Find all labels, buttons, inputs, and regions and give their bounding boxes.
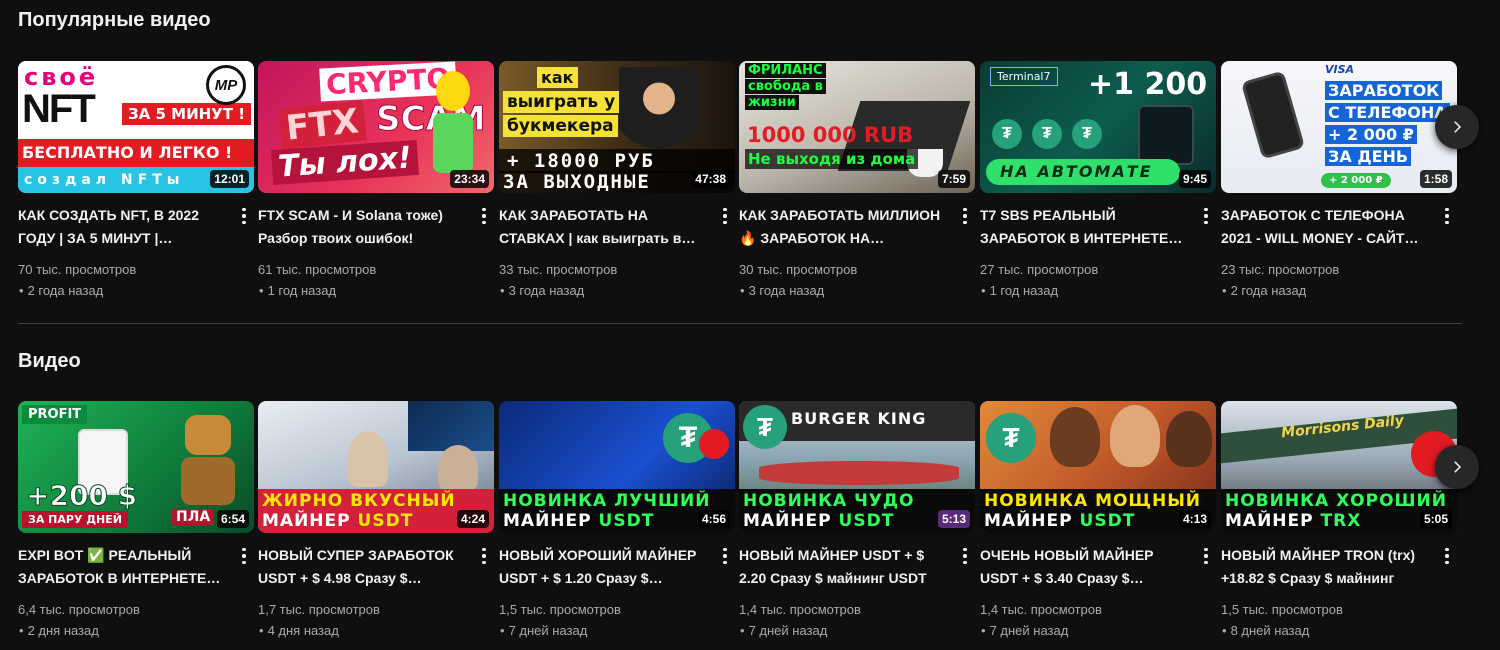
video-title[interactable]: T7 SBS РЕАЛЬНЫЙ ЗАРАБОТОК В ИНТЕРНЕТЕ БЕ… <box>980 204 1190 250</box>
duration-badge: 4:24 <box>456 510 489 528</box>
video-title[interactable]: КАК СОЗДАТЬ NFT, В 2022 ГОДУ | ЗА 5 МИНУ… <box>18 204 228 250</box>
video-thumbnail[interactable]: своё NFT ЗА 5 МИНУТ ! MP БЕСПЛАТНО И ЛЕГ… <box>18 61 254 193</box>
section-divider <box>18 323 1462 324</box>
video-thumbnail[interactable]: CRYPTO FTX SCAM Ты лох! 23:34 <box>258 61 494 193</box>
video-title[interactable]: НОВЫЙ СУПЕР ЗАРАБОТОК USDT + $ 4.98 Сраз… <box>258 544 468 590</box>
video-title[interactable]: НОВЫЙ МАЙНЕР TRON (trx) +18.82 $ Сразу $… <box>1221 544 1431 590</box>
video-thumbnail[interactable]: ₮ НОВИНКА МОЩНЫЙ МАЙНЕР USDT 4:13 <box>980 401 1216 533</box>
mp-logo: MP <box>206 65 246 105</box>
video-card[interactable]: ФРИЛАНС свобода в жизни 1000 000 RUB Не … <box>739 61 975 299</box>
video-card[interactable]: Morrisons Daily НОВИНКА ХОРОШИЙ МАЙНЕР T… <box>1221 401 1457 639</box>
duration-badge: 5:13 <box>937 510 970 528</box>
video-thumbnail[interactable]: ЖИРНО ВКУСНЫЙ МАЙНЕР USDT 4:24 <box>258 401 494 533</box>
view-count: 30 тыс. просмотров <box>739 262 858 277</box>
video-thumbnail[interactable]: как выиграть у букмекера + 18000 РУБ ЗА … <box>499 61 735 193</box>
view-count: 6,4 тыс. просмотров <box>18 602 140 617</box>
video-title[interactable]: ОЧЕНЬ НОВЫЙ МАЙНЕР USDT + $ 3.40 Сразу $… <box>980 544 1190 590</box>
video-thumbnail[interactable]: BURGER KING ₮ НОВИНКА ЧУДО МАЙНЕР USDT 5… <box>739 401 975 533</box>
shelf-title: Популярные видео <box>18 9 211 31</box>
more-vert-icon[interactable] <box>1196 544 1216 568</box>
video-thumbnail[interactable]: PROFIT +200 $ ЗА ПАРУ ДНЕЙ ПЛА 6:54 <box>18 401 254 533</box>
video-card[interactable]: VISA ЗАРАБОТОК С ТЕЛЕФОНА + 2 000 ₽ ЗА Д… <box>1221 61 1457 299</box>
video-thumbnail[interactable]: ₮ НОВИНКА ЛУЧШИЙ МАЙНЕР USDT 4:56 <box>499 401 735 533</box>
video-card[interactable]: как выиграть у букмекера + 18000 РУБ ЗА … <box>499 61 735 299</box>
video-title[interactable]: EXPI BOT ✅ РЕАЛЬНЫЙ ЗАРАБОТОК В ИНТЕРНЕТ… <box>18 544 228 590</box>
video-title[interactable]: НОВЫЙ ХОРОШИЙ МАЙНЕР USDT + $ 1.20 Сразу… <box>499 544 709 590</box>
phone-in-hand <box>1240 70 1306 160</box>
more-vert-icon[interactable] <box>955 204 975 228</box>
video-thumbnail[interactable]: Terminal7 +1 200 $ ₮ ₮ ₮ НА АВТОМАТЕ 9:4… <box>980 61 1216 193</box>
video-title[interactable]: КАК ЗАРАБОТАТЬ МИЛЛИОН 🔥 ЗАРАБОТОК НА ФР… <box>739 204 949 250</box>
view-count: 1,5 тыс. просмотров <box>1221 602 1343 617</box>
view-count: 1,4 тыс. просмотров <box>739 602 861 617</box>
shelf-title: Видео <box>18 350 81 372</box>
video-thumbnail[interactable]: ФРИЛАНС свобода в жизни 1000 000 RUB Не … <box>739 61 975 193</box>
video-title[interactable]: FTX SCAM - И Solana тоже) Разбор твоих о… <box>258 204 468 250</box>
robot-figure <box>178 415 238 505</box>
video-thumbnail[interactable]: Morrisons Daily НОВИНКА ХОРОШИЙ МАЙНЕР T… <box>1221 401 1457 533</box>
publish-age: 4 дня назад <box>258 623 468 639</box>
video-card[interactable]: CRYPTO FTX SCAM Ты лох! 23:34 FTX SCAM -… <box>258 61 494 299</box>
view-count: 23 тыс. просмотров <box>1221 262 1340 277</box>
view-count: 1,4 тыс. просмотров <box>980 602 1102 617</box>
video-card[interactable]: ₮ НОВИНКА ЛУЧШИЙ МАЙНЕР USDT 4:56 НОВЫЙ … <box>499 401 735 639</box>
view-count: 1,5 тыс. просмотров <box>499 602 621 617</box>
publish-age: 1 год назад <box>980 283 1190 299</box>
publish-age: 2 дня назад <box>18 623 228 639</box>
tether-icon: ₮ <box>743 405 787 449</box>
duration-badge: 47:38 <box>691 170 730 188</box>
more-vert-icon[interactable] <box>1196 204 1216 228</box>
more-vert-icon[interactable] <box>474 544 494 568</box>
video-card[interactable]: Terminal7 +1 200 $ ₮ ₮ ₮ НА АВТОМАТЕ 9:4… <box>980 61 1216 299</box>
tether-icon: ₮ <box>1072 119 1102 149</box>
publish-age: 3 года назад <box>499 283 709 299</box>
publish-age: 7 дней назад <box>499 623 709 639</box>
view-count: 27 тыс. просмотров <box>980 262 1099 277</box>
tether-icon: ₮ <box>986 413 1036 463</box>
video-card[interactable]: BURGER KING ₮ НОВИНКА ЧУДО МАЙНЕР USDT 5… <box>739 401 975 639</box>
more-vert-icon[interactable] <box>234 544 254 568</box>
publish-age: 1 год назад <box>258 283 468 299</box>
more-vert-icon[interactable] <box>1437 544 1457 568</box>
tether-icon: ₮ <box>992 119 1022 149</box>
tether-icon: ₮ <box>1032 119 1062 149</box>
duration-badge: 4:56 <box>697 510 730 528</box>
more-vert-icon[interactable] <box>955 544 975 568</box>
view-count: 33 тыс. просмотров <box>499 262 618 277</box>
more-vert-icon[interactable] <box>474 204 494 228</box>
chevron-right-icon[interactable] <box>1435 445 1479 489</box>
chevron-right-icon[interactable] <box>1435 105 1479 149</box>
more-vert-icon[interactable] <box>715 204 735 228</box>
publish-age: 2 года назад <box>1221 283 1431 299</box>
duration-badge: 1:58 <box>1419 170 1452 188</box>
publish-age: 3 года назад <box>739 283 949 299</box>
view-count: 70 тыс. просмотров <box>18 262 137 277</box>
publish-age: 8 дней назад <box>1221 623 1431 639</box>
video-card[interactable]: ЖИРНО ВКУСНЫЙ МАЙНЕР USDT 4:24 НОВЫЙ СУП… <box>258 401 494 639</box>
video-title[interactable]: НОВЫЙ МАЙНЕР USDT + $ 2.20 Сразу $ майни… <box>739 544 949 590</box>
video-thumbnail[interactable]: VISA ЗАРАБОТОК С ТЕЛЕФОНА + 2 000 ₽ ЗА Д… <box>1221 61 1457 193</box>
publish-age: 7 дней назад <box>739 623 949 639</box>
duration-badge: 5:05 <box>1419 510 1452 528</box>
duration-badge: 12:01 <box>210 170 249 188</box>
publish-age: 7 дней назад <box>980 623 1190 639</box>
more-vert-icon[interactable] <box>234 204 254 228</box>
view-count: 61 тыс. просмотров <box>258 262 377 277</box>
duration-badge: 6:54 <box>216 510 249 528</box>
video-card[interactable]: своё NFT ЗА 5 МИНУТ ! MP БЕСПЛАТНО И ЛЕГ… <box>18 61 254 299</box>
publish-age: 2 года назад <box>18 283 228 299</box>
duration-badge: 9:45 <box>1178 170 1211 188</box>
duration-badge: 23:34 <box>450 170 489 188</box>
video-card[interactable]: ₮ НОВИНКА МОЩНЫЙ МАЙНЕР USDT 4:13 ОЧЕНЬ … <box>980 401 1216 639</box>
tron-icon <box>699 429 729 459</box>
duration-badge: 7:59 <box>937 170 970 188</box>
video-card[interactable]: PROFIT +200 $ ЗА ПАРУ ДНЕЙ ПЛА 6:54 EXPI… <box>18 401 254 639</box>
more-vert-icon[interactable] <box>715 544 735 568</box>
video-title[interactable]: КАК ЗАРАБОТАТЬ НА СТАВКАХ | как выиграть… <box>499 204 709 250</box>
more-vert-icon[interactable] <box>1437 204 1457 228</box>
duration-badge: 4:13 <box>1178 510 1211 528</box>
video-title[interactable]: ЗАРАБОТОК С ТЕЛЕФОНА 2021 - WILL MONEY -… <box>1221 204 1431 250</box>
view-count: 1,7 тыс. просмотров <box>258 602 380 617</box>
